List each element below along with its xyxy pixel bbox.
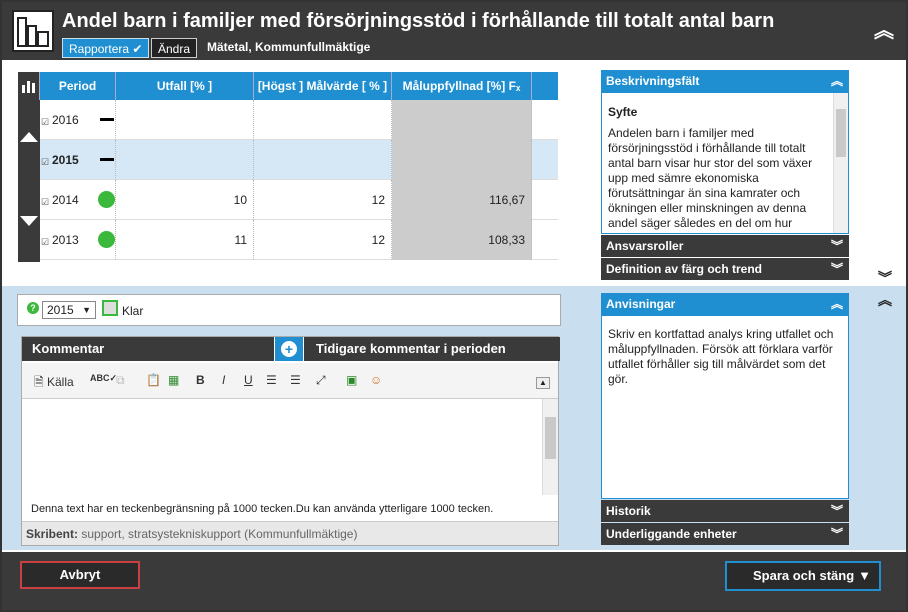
collapse-icon[interactable]: ︽ [831, 293, 843, 315]
scroll-thumb[interactable] [545, 417, 556, 459]
bullet-list-icon[interactable]: ☰ [290, 373, 301, 387]
comment-editor: Kommentar + Tidigare kommentar i periode… [21, 336, 560, 546]
underline-button[interactable]: U [244, 373, 253, 387]
add-comment-icon[interactable]: + [275, 337, 303, 361]
editor-toolbar: 🗎 Källa ABC✓ ⧉ 📋 ▦ B I U ☰ ☰ ⤢ ▣ ☺ ▲ [22, 363, 558, 399]
footer-bar: Avbryt Spara och stäng ▼ [2, 552, 906, 610]
image-icon[interactable]: ▣ [346, 373, 357, 387]
rapportera-button[interactable]: Rapportera ✔ [62, 38, 150, 58]
scrollbar[interactable] [833, 93, 848, 233]
status-label: Klar [122, 304, 144, 318]
table-row[interactable]: ☑ 2015 [40, 140, 558, 180]
italic-button[interactable]: I [222, 373, 225, 387]
beskrivning-heading: Syfte [608, 105, 638, 119]
historik-header[interactable]: Historik ︾ [601, 500, 849, 522]
tab-previous-comment[interactable]: Tidigare kommentar i perioden [304, 337, 560, 361]
beskrivning-header[interactable]: Beskrivningsfält ︽ [601, 70, 849, 92]
row-nav [18, 100, 40, 262]
row-checkbox[interactable]: ☑ [41, 142, 49, 182]
expand-icon[interactable]: ︾ [831, 258, 843, 280]
col-maluppfyllnad: Måluppfyllnad [%] Fₓ [392, 72, 532, 100]
col-period: Period [40, 72, 116, 100]
status-dash [100, 118, 114, 121]
year-select[interactable]: 2015 ▼ [42, 301, 96, 319]
ansvarsroller-header[interactable]: Ansvarsroller ︾ [601, 235, 849, 257]
anvisningar-body: Skriv en kortfattad analys kring utfalle… [601, 315, 849, 499]
source-icon: 🗎 [34, 375, 44, 389]
page-title: Andel barn i familjer med försörjningsst… [62, 10, 775, 32]
measure-meta: Mätetal, Kommunfullmäktige [207, 40, 371, 54]
table-row[interactable]: ☑ 2016 [40, 100, 558, 140]
col-malvarde: [Högst ] Målvärde [ % ] [254, 72, 392, 100]
measure-logo-icon [12, 10, 54, 52]
status-green-icon [98, 231, 115, 248]
maximize-icon[interactable]: ⤢ [316, 373, 326, 388]
expand-down-icon[interactable]: ︾ [878, 268, 892, 288]
dropdown-arrow-icon: ▼ [82, 305, 91, 315]
help-icon[interactable]: ? [27, 302, 39, 314]
anvisningar-panel: Anvisningar ︽ Skriv en kortfattad analys … [601, 293, 849, 545]
comment-textarea[interactable] [22, 399, 558, 495]
table-header: Period Utfall [% ] [Högst ] Målvärde [ %… [18, 72, 558, 100]
paste-excel-icon[interactable]: ▦ [168, 373, 179, 387]
expand-icon[interactable]: ︾ [831, 235, 843, 257]
formula-icon: Fₓ [508, 79, 521, 93]
andra-button[interactable]: Ändra [151, 38, 198, 58]
scroll-down-icon[interactable] [20, 216, 38, 226]
period-bar: ? 2015 ▼ Klar [17, 294, 561, 326]
user-icon[interactable]: ☺ [370, 373, 382, 387]
copy-icon[interactable]: ⧉ [116, 373, 125, 388]
paste-word-icon[interactable]: 📋 [146, 373, 161, 387]
definition-header[interactable]: Definition av färg och trend ︾ [601, 258, 849, 280]
status-checkbox[interactable] [102, 300, 118, 316]
numbered-list-icon[interactable]: ☰ [266, 373, 277, 387]
editor-scrollbar[interactable] [542, 399, 558, 495]
status-dash [100, 158, 114, 161]
spellcheck-icon[interactable]: ABC✓ [90, 373, 117, 384]
bold-button[interactable]: B [196, 373, 205, 387]
comment-tabs: Kommentar + Tidigare kommentar i periode… [22, 337, 560, 361]
collapse-up-icon[interactable]: ︽ [874, 14, 894, 43]
source-button[interactable]: 🗎 Källa [34, 373, 74, 394]
chevron-down-icon[interactable]: ▼ [858, 563, 871, 589]
underliggande-header[interactable]: Underliggande enheter ︾ [601, 523, 849, 545]
beskrivning-text: Andelen barn i familjer med försörjnings… [608, 126, 813, 230]
row-checkbox[interactable]: ☑ [41, 182, 49, 222]
save-close-button[interactable]: Spara och stäng ▼ [725, 561, 881, 591]
toolbar-collapse-icon[interactable]: ▲ [536, 377, 550, 389]
scroll-up-icon[interactable] [20, 132, 38, 142]
table-row[interactable]: ☑ 2014 10 12 116,67 [40, 180, 558, 220]
expand-icon[interactable]: ︾ [831, 500, 843, 522]
collapse-icon[interactable]: ︽ [831, 70, 843, 92]
status-green-icon [98, 191, 115, 208]
chart-icon[interactable] [18, 72, 40, 100]
table-row[interactable]: ☑ 2013 11 12 108,33 [40, 220, 558, 260]
expand-icon[interactable]: ︾ [831, 523, 843, 545]
writer-info: Skribent: support, stratsystekniskupport… [22, 521, 558, 545]
beskrivning-body: Syfte Andelen barn i familjer med försör… [601, 92, 849, 234]
header-bar: Andel barn i familjer med försörjningsst… [2, 2, 906, 60]
row-checkbox[interactable]: ☑ [41, 102, 49, 142]
col-utfall: Utfall [% ] [116, 72, 254, 100]
anvisningar-header[interactable]: Anvisningar ︽ [601, 293, 849, 315]
beskrivning-panel: Beskrivningsfält ︽ Syfte Andelen barn i f… [601, 70, 849, 280]
check-icon: ✔ [132, 42, 143, 56]
character-limit-note: Denna text har en teckenbegränsning på 1… [31, 503, 494, 515]
collapse-up-icon[interactable]: ︽ [878, 290, 892, 310]
anvisningar-text: Skriv en kortfattad analys kring utfalle… [608, 327, 834, 386]
row-checkbox[interactable]: ☑ [41, 222, 49, 262]
scroll-thumb[interactable] [836, 109, 846, 157]
tab-kommentar[interactable]: Kommentar [22, 337, 274, 361]
results-table: Period Utfall [% ] [Högst ] Målvärde [ %… [18, 72, 558, 262]
cancel-button[interactable]: Avbryt [20, 561, 140, 589]
